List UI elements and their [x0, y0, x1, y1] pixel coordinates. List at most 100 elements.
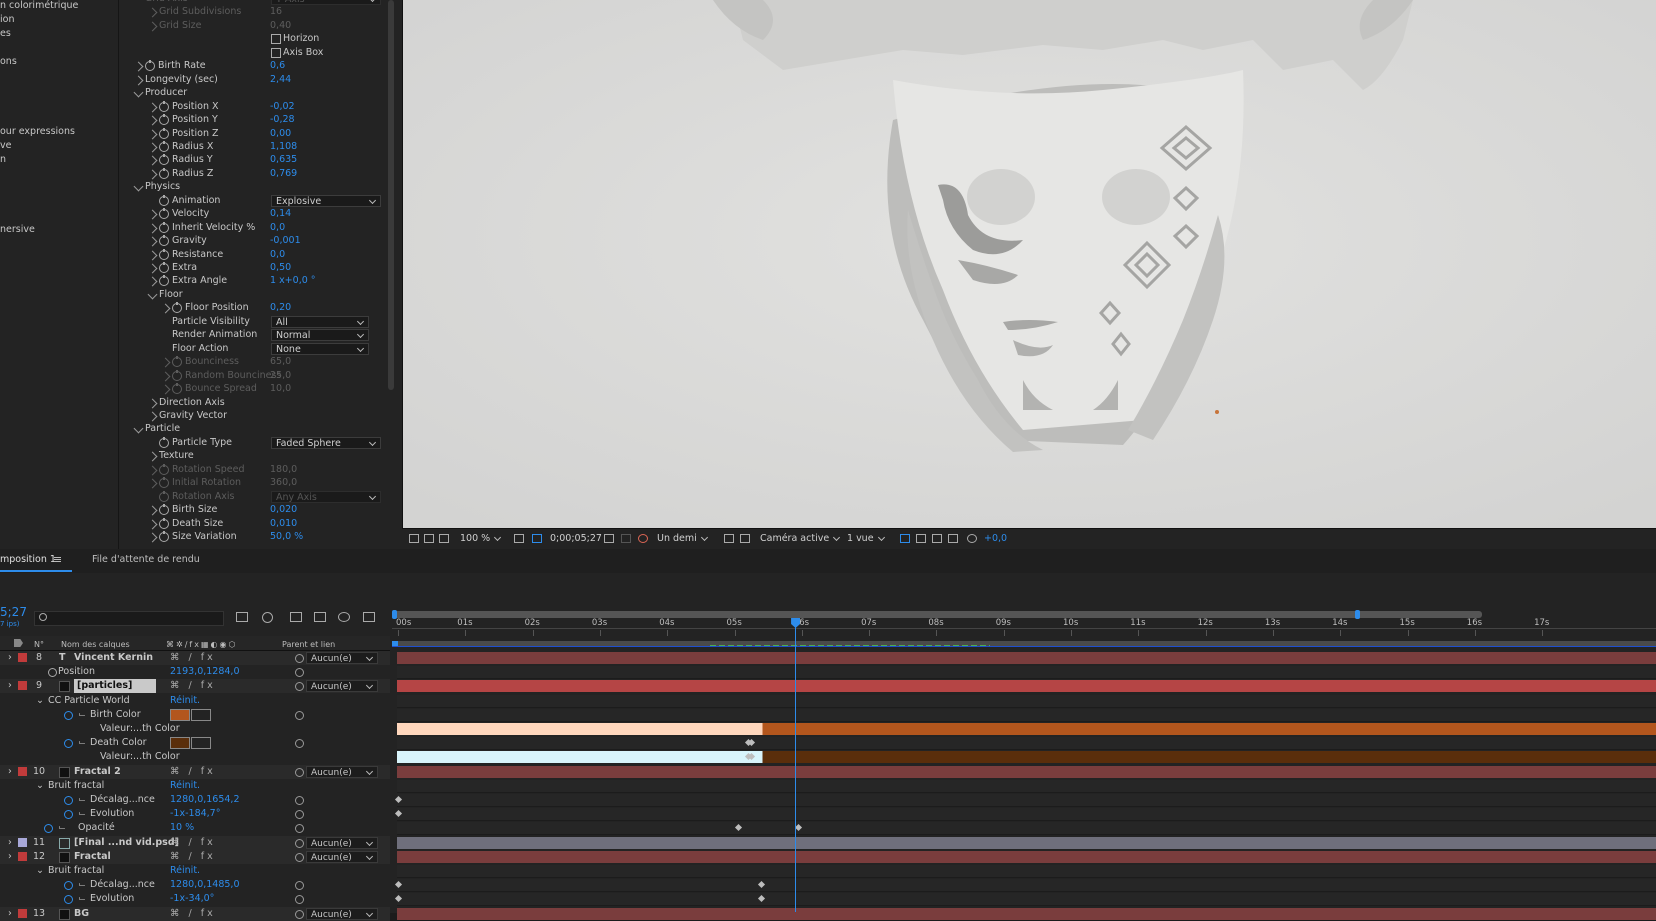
effect-property-row[interactable]: Position Y -0,28 [119, 113, 399, 127]
property-value[interactable]: 0,635 [270, 153, 297, 167]
layer-switches[interactable]: ⌘ ∕ fx [170, 836, 216, 850]
project-item[interactable]: ion [0, 14, 14, 25]
effect-property-row[interactable]: Position Z 0,00 [119, 127, 399, 141]
chevron-right-icon[interactable] [133, 75, 144, 86]
stopwatch-icon[interactable] [159, 208, 169, 220]
effect-property-row[interactable]: Random Bounciness 25,0 [119, 369, 399, 383]
chevron-right-icon[interactable] [147, 478, 158, 489]
tab-render-queue[interactable]: File d'attente de rendu [92, 554, 200, 565]
show-snapshot-icon[interactable] [621, 534, 631, 543]
graph-icon[interactable]: ⌙ [78, 878, 86, 892]
motion-blur-icon[interactable] [338, 612, 350, 622]
effect-property-row[interactable]: Radius Y 0,635 [119, 153, 399, 167]
effect-property-row[interactable]: Extra 0,50 [119, 261, 399, 275]
stopwatch-icon[interactable] [172, 383, 182, 395]
layer-duration-bar[interactable] [397, 652, 1656, 664]
effect-property-row[interactable]: Rotation Speed 180,0 [119, 463, 399, 477]
pick-whip-icon[interactable] [295, 767, 304, 777]
navigator-end-handle[interactable] [1355, 610, 1361, 619]
pick-whip-icon[interactable] [295, 668, 304, 678]
stopwatch-icon[interactable] [159, 248, 169, 260]
pick-whip-icon[interactable] [295, 909, 304, 919]
property-value[interactable]: 0,20 [270, 301, 291, 315]
property-value[interactable]: Réinit. [170, 779, 200, 793]
stopwatch-icon[interactable] [172, 369, 182, 381]
layer-duration-bar[interactable] [397, 850, 1656, 863]
property-row[interactable]: Valeur:...th Color [0, 722, 390, 736]
property-dropdown[interactable]: Explosive [271, 194, 381, 207]
color-swatch[interactable] [170, 737, 190, 750]
effect-property-row[interactable]: Extra Angle 1 x+0,0 ° [119, 274, 399, 288]
label-color-swatch[interactable] [18, 653, 27, 662]
pick-whip-icon[interactable] [295, 838, 304, 848]
parent-dropdown[interactable]: Aucun(e) [306, 680, 378, 693]
stopwatch-icon[interactable] [159, 140, 169, 152]
chevron-right-icon[interactable] [160, 357, 171, 368]
stopwatch-icon[interactable] [48, 668, 57, 678]
effect-property-row[interactable]: Bounciness 65,0 [119, 355, 399, 369]
property-value[interactable]: -1x-34,0° [170, 892, 214, 906]
chevron-right-icon[interactable] [147, 411, 158, 422]
effect-property-row[interactable]: Grid Subdivisions 16 [119, 5, 399, 19]
effect-property-row[interactable]: Floor Action None [119, 342, 399, 356]
effect-property-row[interactable]: Size Variation 50,0 % [119, 530, 399, 544]
chevron-down-icon[interactable]: ⌄ [36, 694, 44, 708]
graph-icon[interactable]: ⌙ [78, 708, 86, 722]
chevron-right-icon[interactable] [147, 505, 158, 516]
property-value[interactable]: 1280,0,1485,0 [170, 878, 240, 892]
playhead-line[interactable] [795, 620, 797, 912]
property-row[interactable]: ⌙ Birth Color [0, 708, 390, 722]
comp-flowchart-icon[interactable] [932, 534, 942, 543]
stopwatch-icon[interactable] [159, 235, 169, 247]
graph-icon[interactable]: ⌙ [78, 736, 86, 750]
layer-row[interactable]: › 8 T Vincent Kernin ⌘ ∕ fx Aucun(e) [0, 651, 390, 665]
effect-property-row[interactable]: Bounce Spread 10,0 [119, 382, 399, 396]
layer-switches[interactable]: ⌘ ∕ fx [170, 679, 216, 693]
property-dropdown[interactable]: All [271, 315, 369, 328]
effect-property-row[interactable]: Gravity Vector [119, 409, 399, 423]
pick-whip-icon[interactable] [295, 852, 304, 862]
chevron-down-icon[interactable] [133, 181, 144, 192]
chevron-right-icon[interactable] [147, 102, 158, 113]
expand-layer-icon[interactable]: › [8, 651, 12, 665]
mask-toggle-icon[interactable] [439, 534, 449, 543]
composition-viewer[interactable] [402, 0, 1656, 528]
chevron-right-icon[interactable] [160, 384, 171, 395]
color-value-graph[interactable] [397, 751, 1656, 764]
color-swatch[interactable] [170, 708, 190, 721]
pick-whip-icon[interactable] [295, 881, 304, 891]
label-color-swatch[interactable] [18, 766, 27, 776]
chevron-right-icon[interactable] [147, 532, 158, 543]
layer-row[interactable]: › 11 [Final ...nd vid.psd] ⌘ ∕ fx Aucun(e) [0, 835, 390, 850]
pick-whip-icon[interactable] [295, 739, 304, 749]
property-value[interactable]: 2,44 [270, 73, 291, 87]
shy-layers-icon[interactable] [290, 612, 302, 622]
property-value[interactable]: 0,40 [270, 19, 291, 33]
parent-dropdown[interactable]: Aucun(e) [306, 765, 378, 778]
layer-switches[interactable]: ⌘ ∕ fx [170, 765, 216, 779]
effect-property-row[interactable]: Particle Visibility All [119, 315, 399, 329]
parent-dropdown[interactable]: Aucun(e) [306, 850, 378, 863]
layer-switches[interactable]: ⌘ ∕ fx [170, 651, 216, 665]
stopwatch-icon[interactable] [64, 881, 73, 891]
header-switches[interactable]: ⌘✲∕fx▦◐◉⬡ [166, 640, 237, 649]
property-value[interactable]: 1,108 [270, 140, 297, 154]
property-value[interactable]: 50,0 % [270, 530, 303, 544]
stopwatch-icon[interactable] [64, 796, 73, 805]
stopwatch-icon[interactable] [159, 531, 169, 542]
graph-icon[interactable]: ⌙ [78, 892, 86, 906]
stopwatch-icon[interactable] [44, 824, 53, 834]
chevron-right-icon[interactable] [147, 155, 158, 166]
effect-property-row[interactable]: Death Size 0,010 [119, 517, 399, 531]
effect-property-row[interactable]: Producer [119, 86, 399, 100]
chevron-right-icon[interactable] [147, 21, 158, 32]
property-dropdown[interactable]: Faded Sphere [271, 436, 381, 449]
property-value[interactable]: 0,00 [270, 127, 291, 141]
layer-name[interactable]: Fractal 2 [74, 765, 121, 779]
chevron-right-icon[interactable] [160, 303, 171, 314]
chevron-right-icon[interactable] [147, 223, 158, 234]
property-value[interactable]: 10,0 [270, 382, 291, 396]
pick-whip-icon[interactable] [295, 682, 304, 692]
effect-property-row[interactable]: Axis Box [119, 46, 399, 60]
chevron-right-icon[interactable] [147, 263, 158, 274]
